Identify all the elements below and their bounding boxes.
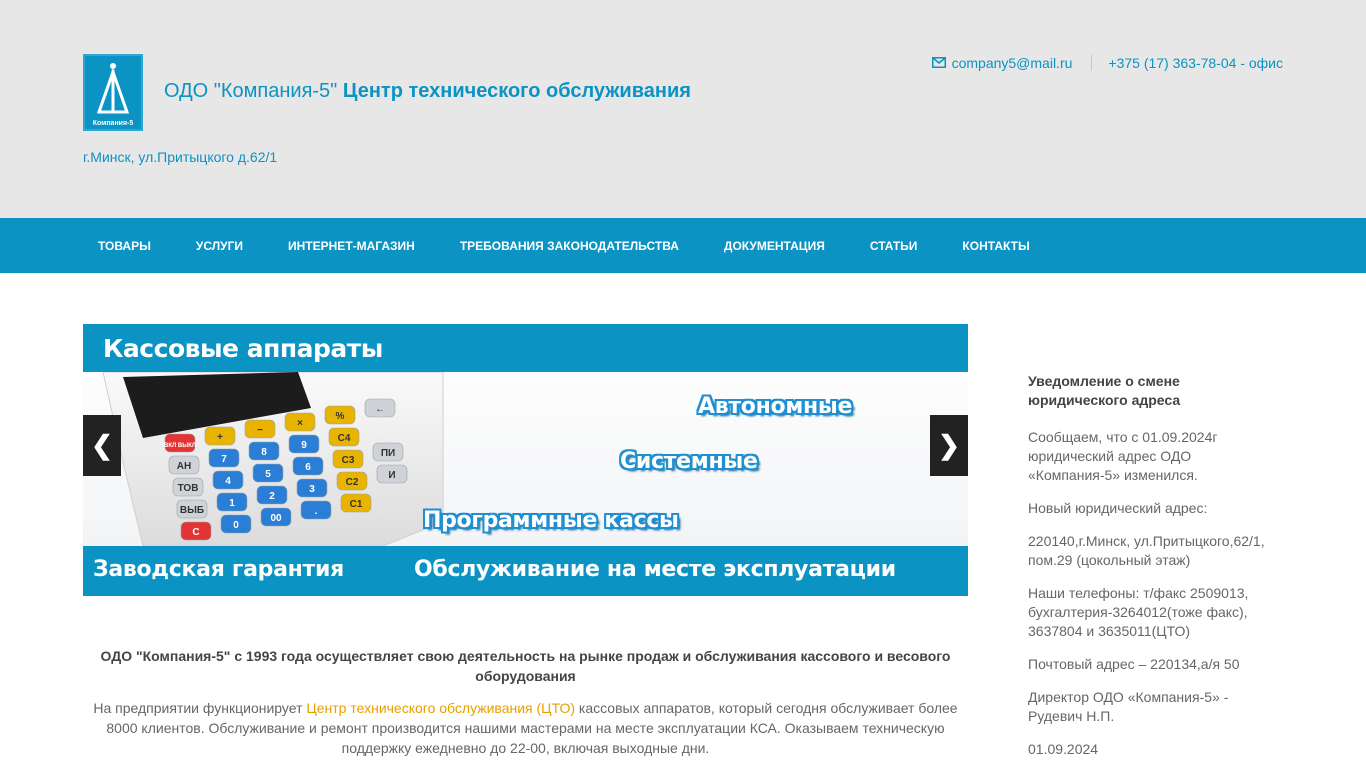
keypad-key-label: 6 [305, 462, 311, 473]
email-link[interactable]: company5@mail.ru [952, 55, 1073, 71]
notice-paragraph: Директор ОДО «Компания-5» - Рудевич Н.П. [1028, 689, 1229, 724]
keypad-key-label: 4 [225, 476, 231, 487]
keypad-key-label: ТОВ [178, 483, 199, 494]
intro-heading: ОДО "Компания-5" с 1993 года осуществляе… [100, 648, 951, 684]
banner-warranty: Заводская гарантия [93, 557, 344, 582]
notice-date: 01.09.2024 [1028, 741, 1099, 757]
keypad-key-label: . [315, 506, 318, 517]
site-title[interactable]: ОДО "Компания-5" Центр технического обсл… [164, 80, 691, 103]
logo-text: Компания-5 [93, 120, 134, 127]
nav-item-documentation[interactable]: ДОКУМЕНТАЦИЯ [709, 239, 847, 253]
keypad-key-label: 2 [269, 491, 275, 502]
site-header: Компания-5 ОДО "Компания-5" Центр технич… [0, 0, 1366, 218]
site-title-prefix: ОДО "Компания-5" [164, 80, 338, 102]
chevron-left-icon: ❮ [91, 430, 113, 460]
notice-paragraph: Почтовый адрес – 220134,а/я 50 [1028, 656, 1240, 672]
company-address: г.Минск, ул.Притыцкого д.62/1 [83, 149, 278, 165]
notice-paragraph: 220140,г.Минск, ул.Притыцкого,62/1, пом.… [1028, 533, 1265, 568]
banner-slider[interactable]: Кассовые аппараты ВКЛ ВЫКЛ + − ×% ← АН 7 8 9 C4 ТО… [83, 324, 968, 596]
banner-image: ВКЛ ВЫКЛ + − ×% ← АН 7 8 9 C4 ТОВ 4 5 6 C3 ПИ ВЫБ 1 2 3 C2 И C… [83, 371, 968, 547]
notice-paragraph: Сообщаем, что с 01.09.2024г юридический … [1028, 429, 1218, 483]
company-logo[interactable]: Компания-5 [83, 54, 143, 131]
banner-top-bar: Кассовые аппараты [83, 324, 968, 372]
banner-heading: Кассовые аппараты [103, 334, 383, 363]
tag-software: Программные кассы [423, 508, 679, 533]
banner-bottom-bar: Заводская гарантия Обслуживание на месте… [83, 546, 968, 596]
keypad-key-label: ВКЛ ВЫКЛ [164, 443, 196, 449]
keypad-key-label: + [217, 432, 223, 443]
notice-paragraph: Наши телефоны: т/факс 2509013, бухгалтер… [1028, 585, 1249, 639]
keypad-key-label: − [257, 425, 263, 436]
tag-system: Системные [620, 449, 758, 474]
slider-next-button[interactable]: ❯ [930, 415, 968, 476]
keypad-key-label: 9 [301, 440, 307, 451]
tag-autonomous: Автономные [698, 394, 853, 419]
nav-item-services[interactable]: УСЛУГИ [181, 239, 265, 253]
keypad-key-label: 00 [270, 513, 282, 524]
nav-item-goods[interactable]: ТОВАРЫ [83, 239, 173, 253]
notice-heading: Уведомление о смене юридического адреса [1028, 373, 1181, 408]
keypad-key-label: × [297, 418, 303, 429]
nav-item-legislation[interactable]: ТРЕБОВАНИЯ ЗАКОНОДАТЕЛЬСТВА [445, 239, 701, 253]
keypad-key-label: ПИ [381, 448, 395, 459]
keypad-key-label: ← [375, 404, 385, 415]
nav-item-contacts[interactable]: КОНТАКТЫ [947, 239, 1051, 253]
nav-item-articles[interactable]: СТАТЬИ [855, 239, 940, 253]
keypad-key-label: 0 [233, 520, 239, 531]
keypad-key-label: И [388, 470, 395, 481]
intro-text-before: На предприятии функционирует [93, 700, 307, 716]
keypad-key-label: C1 [350, 499, 363, 510]
keypad-key-label: 7 [221, 454, 227, 465]
keypad-key-label: 5 [265, 469, 271, 480]
keypad-key-label: ВЫБ [180, 505, 204, 516]
keypad-key-label: C4 [338, 433, 351, 444]
cto-link[interactable]: Центр технического обслуживания (ЦТО) [306, 700, 575, 716]
keypad-key-label: C2 [346, 477, 359, 488]
nav-item-shop[interactable]: ИНТЕРНЕТ-МАГАЗИН [273, 239, 437, 253]
phone-link[interactable]: +375 (17) 363-78-04 - офис [1108, 55, 1283, 71]
banner-onsite-service: Обслуживание на месте эксплуатации [414, 557, 896, 582]
intro-paragraph: На предприятии функционирует Центр техни… [83, 698, 968, 758]
sidebar-notice: Уведомление о смене юридического адреса … [1028, 372, 1283, 773]
chevron-right-icon: ❯ [938, 430, 960, 460]
envelope-icon [931, 55, 946, 71]
keypad-key-label: АН [177, 461, 191, 472]
header-contacts: company5@mail.ru +375 (17) 363-78-04 - о… [931, 55, 1283, 71]
contact-divider [1091, 55, 1093, 71]
slider-prev-button[interactable]: ❮ [83, 415, 121, 476]
keypad-key-label: % [336, 411, 345, 422]
notice-paragraph: Новый юридический адрес: [1028, 500, 1208, 516]
site-title-main: Центр технического обслуживания [342, 80, 691, 102]
keypad-key-label: C [192, 527, 199, 538]
keypad-key-label: 1 [229, 498, 235, 509]
keypad-key-label: 8 [261, 447, 267, 458]
keypad-key-label: 3 [309, 484, 315, 495]
main-nav: ТОВАРЫ УСЛУГИ ИНТЕРНЕТ-МАГАЗИН ТРЕБОВАНИ… [0, 218, 1366, 273]
keypad-key-label: C3 [342, 455, 355, 466]
